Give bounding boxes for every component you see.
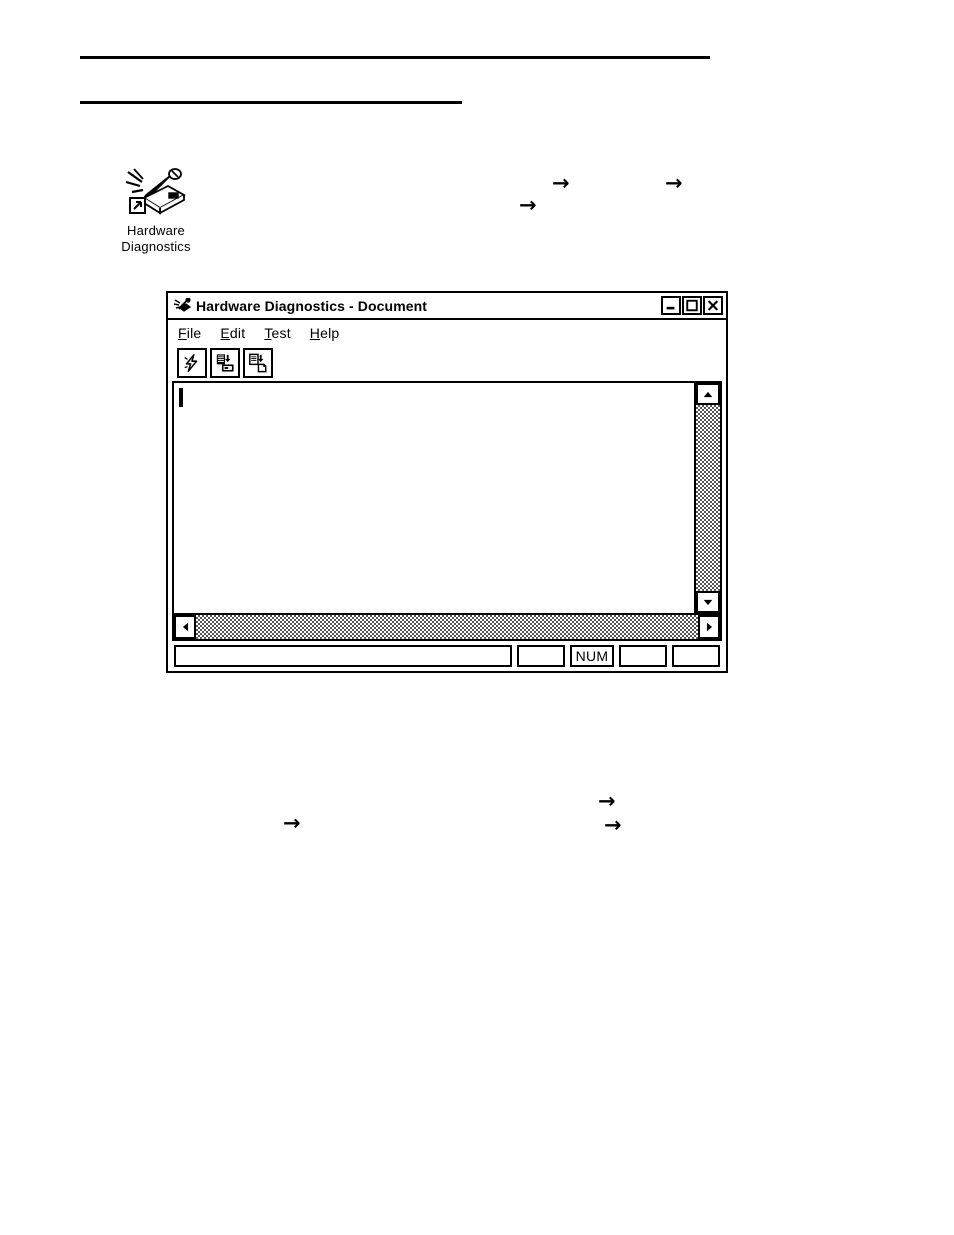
client-region <box>172 381 722 641</box>
right-arrow-icon: → <box>552 171 570 195</box>
window-title: Hardware Diagnostics - Document <box>196 297 428 314</box>
scroll-right-button[interactable] <box>698 615 720 639</box>
hardware-diagnostics-icon <box>124 168 188 218</box>
toolbar <box>168 345 726 381</box>
document-text-area[interactable] <box>174 383 696 613</box>
menu-help[interactable]: Help <box>310 325 340 341</box>
menu-bar: File Edit Test Help <box>168 320 726 345</box>
status-pane-num: NUM <box>570 645 614 667</box>
status-pane-4 <box>619 645 667 667</box>
menu-edit[interactable]: Edit <box>220 325 245 341</box>
desktop-icon-label-line1: Hardware <box>127 223 185 238</box>
horizontal-scrollbar[interactable] <box>174 613 720 639</box>
menu-file[interactable]: File <box>178 325 201 341</box>
right-arrow-icon: → <box>283 811 301 835</box>
right-arrow-icon: → <box>665 171 683 195</box>
status-pane-2 <box>517 645 565 667</box>
title-bar[interactable]: Hardware Diagnostics - Document <box>168 293 726 320</box>
desktop-icon-hardware-diagnostics[interactable]: Hardware Diagnostics <box>104 168 208 255</box>
text-caret <box>179 388 183 407</box>
window-controls <box>661 296 723 315</box>
vertical-scrollbar-track[interactable] <box>696 405 720 591</box>
right-arrow-icon: → <box>519 193 537 217</box>
status-bar: NUM <box>168 641 726 671</box>
hardware-diagnostics-window: Hardware Diagnostics - Document File Edi… <box>166 291 728 673</box>
minimize-button[interactable] <box>661 296 681 315</box>
status-pane-5 <box>672 645 720 667</box>
vertical-scrollbar[interactable] <box>696 383 720 613</box>
maximize-button[interactable] <box>682 296 702 315</box>
scroll-left-button[interactable] <box>174 615 196 639</box>
close-button[interactable] <box>703 296 723 315</box>
save-as-button[interactable] <box>243 348 273 378</box>
manual-page: → → → → → → Hardware Diagnostics Hardwar… <box>0 0 954 1235</box>
right-arrow-icon: → <box>604 813 622 837</box>
menu-file-mnemonic: F <box>178 324 187 341</box>
page-header-rule <box>80 56 710 59</box>
client-upper <box>174 383 720 613</box>
save-to-drive-icon <box>215 353 235 373</box>
lightning-bolt-icon <box>182 353 202 373</box>
scroll-up-button[interactable] <box>696 383 720 405</box>
menu-help-rest: elp <box>320 324 340 341</box>
save-button[interactable] <box>210 348 240 378</box>
menu-edit-rest: dit <box>229 324 246 341</box>
menu-test[interactable]: Test <box>264 325 290 341</box>
desktop-icon-label-line2: Diagnostics <box>121 239 191 254</box>
right-arrow-icon: → <box>598 789 616 813</box>
menu-test-mnemonic: T <box>264 324 272 341</box>
save-to-file-icon <box>248 353 268 373</box>
menu-edit-mnemonic: E <box>220 324 230 341</box>
menu-help-mnemonic: H <box>309 324 321 341</box>
menu-test-rest: est <box>271 324 291 341</box>
hardware-diagnostics-small-icon <box>173 296 192 314</box>
menu-file-rest: ile <box>186 324 202 341</box>
scroll-down-button[interactable] <box>696 591 720 613</box>
horizontal-scrollbar-track[interactable] <box>196 615 698 639</box>
status-message-pane <box>174 645 512 667</box>
page-section-rule <box>80 101 462 104</box>
run-test-button[interactable] <box>177 348 207 378</box>
